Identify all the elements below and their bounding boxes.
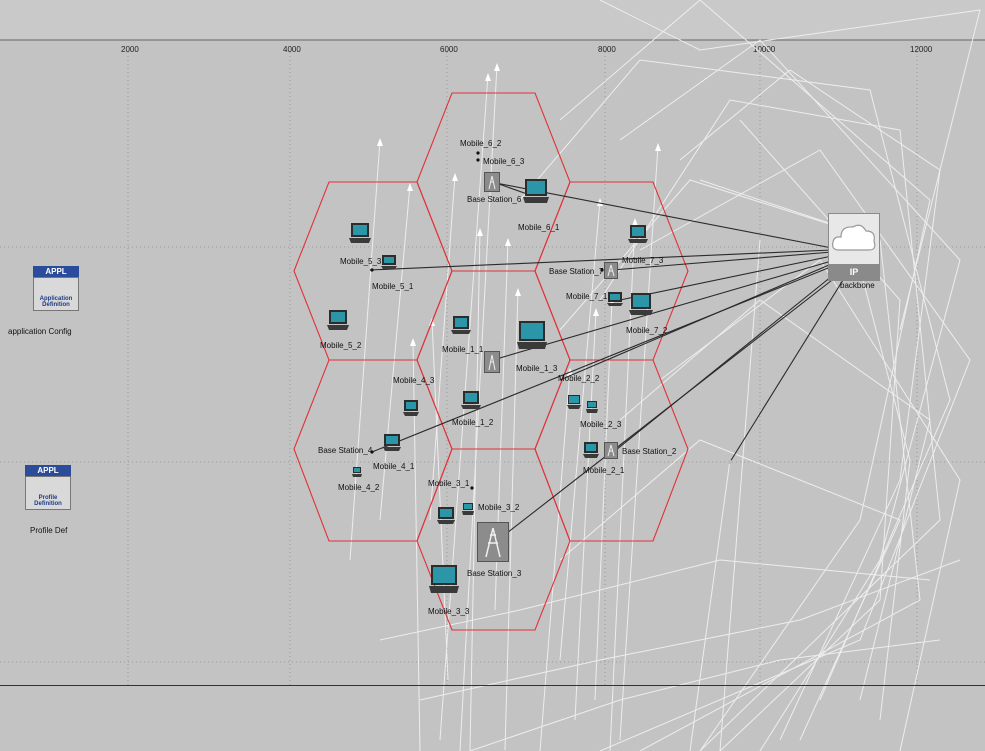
mobile-3-2-node[interactable]: [462, 502, 474, 521]
node-label: Base Station_6: [467, 195, 522, 204]
backbone-label: backbone: [840, 281, 875, 290]
mobile-2-1-node[interactable]: [582, 440, 600, 465]
laptop-icon: [437, 507, 455, 524]
laptop-icon: [381, 255, 397, 269]
mobile-4-2-node[interactable]: [352, 465, 362, 483]
backbone-node[interactable]: IP: [828, 213, 880, 281]
node-label: Mobile_6_1: [518, 223, 560, 232]
node-label: Mobile_3_1: [428, 479, 470, 488]
laptop-icon: [403, 400, 419, 416]
tower-icon: [607, 444, 615, 457]
backbone-ip-tag: IP: [829, 264, 879, 280]
node-label: Mobile_1_3: [516, 364, 558, 373]
node-label: Mobile_3_3: [428, 607, 470, 616]
mobile-5-3-node[interactable]: [348, 220, 372, 251]
profile-badge: APPL: [25, 465, 71, 476]
mobile-1-3-node[interactable]: [516, 318, 548, 359]
mobile-3-3-node[interactable]: [428, 562, 460, 603]
tower-icon: [488, 354, 496, 371]
profile-caption-bottom: Definition: [34, 501, 62, 507]
laptop-icon: [583, 442, 599, 458]
node-label: Mobile_7_2: [626, 326, 668, 335]
mobile-7-3-node[interactable]: [627, 222, 649, 251]
profile-definition-object[interactable]: APPL Profile Definition: [25, 465, 71, 510]
mobile-2-3-node[interactable]: [586, 400, 598, 419]
laptop-icon: [352, 467, 362, 477]
mobile-1-1-node[interactable]: [450, 313, 472, 342]
base-station-1-node[interactable]: [484, 351, 500, 373]
node-label: Mobile_2_3: [580, 420, 622, 429]
laptop-icon: [462, 503, 474, 515]
laptop-icon: [629, 293, 653, 315]
node-label: Mobile_1_2: [452, 418, 494, 427]
node-label: Base Station_3: [467, 569, 522, 578]
laptop-icon: [461, 391, 481, 409]
mobile-1-2-node[interactable]: [460, 388, 482, 417]
mobile-5-1-node[interactable]: [380, 253, 398, 276]
base-station-7-node[interactable]: [604, 262, 618, 279]
node-label: Base Station_7: [549, 267, 604, 276]
application-config-label: application Config: [8, 327, 72, 336]
mobile-7-1-node[interactable]: [606, 290, 624, 313]
mobile-5-2-node[interactable]: [326, 307, 350, 338]
laptop-icon: [451, 316, 471, 334]
laptop-icon: [429, 565, 459, 593]
laptop-icon: [567, 395, 581, 409]
node-label: Mobile_2_1: [583, 466, 625, 475]
mobile-7-2-node[interactable]: [628, 290, 654, 323]
profile-definition-icon: Profile Definition: [25, 476, 71, 510]
appl-badge: APPL: [33, 266, 79, 277]
base-station-6-node[interactable]: [484, 172, 500, 192]
node-label: Base Station_2: [622, 447, 677, 456]
mobile-4-1-node[interactable]: [382, 432, 402, 459]
node-label: Base Station_4: [318, 446, 373, 455]
mobile-2-2-node[interactable]: [566, 393, 582, 416]
mobile-4-3-node[interactable]: [402, 398, 420, 423]
network-scene: [0, 0, 985, 751]
tower-icon: [485, 527, 501, 558]
workspace-canvas[interactable]: 2000 4000 6000 8000 10000 12000 APPL App…: [0, 0, 985, 751]
node-label: Mobile_5_1: [372, 282, 414, 291]
node-label: Mobile_7_3: [622, 256, 664, 265]
laptop-icon: [517, 321, 547, 349]
laptop-icon: [586, 401, 598, 413]
node-label: Mobile_3_2: [478, 503, 520, 512]
base-station-3-node[interactable]: [477, 522, 509, 562]
laptop-icon: [349, 223, 371, 243]
node-label: Mobile_1_1: [442, 345, 484, 354]
node-label: Mobile_5_3: [340, 257, 382, 266]
node-label: Mobile_2_2: [558, 374, 600, 383]
mobile-3-1-node[interactable]: [436, 505, 456, 532]
node-label: Mobile_7_1: [566, 292, 608, 301]
tower-icon: [607, 264, 615, 277]
mobile-6-1-node[interactable]: [522, 176, 550, 211]
cloud-icon: [832, 224, 876, 251]
laptop-icon: [327, 310, 349, 330]
node-label: Mobile_4_3: [393, 376, 435, 385]
profile-def-label: Profile Def: [30, 526, 68, 535]
appl-caption-bottom: Definition: [42, 302, 70, 308]
tower-icon: [488, 175, 496, 190]
node-label: Mobile_6_2: [460, 139, 502, 148]
laptop-icon: [607, 292, 623, 306]
laptop-icon: [523, 179, 549, 203]
node-label: Mobile_5_2: [320, 341, 362, 350]
bottom-divider: [0, 685, 985, 686]
application-definition-icon: Application Definition: [33, 277, 79, 311]
node-label: Mobile_6_3: [483, 157, 525, 166]
node-label: Mobile_4_2: [338, 483, 380, 492]
application-definition-object[interactable]: APPL Application Definition: [33, 266, 79, 311]
base-station-2-node[interactable]: [604, 442, 618, 459]
node-label: Mobile_4_1: [373, 462, 415, 471]
laptop-icon: [628, 225, 648, 243]
laptop-icon: [383, 434, 401, 451]
